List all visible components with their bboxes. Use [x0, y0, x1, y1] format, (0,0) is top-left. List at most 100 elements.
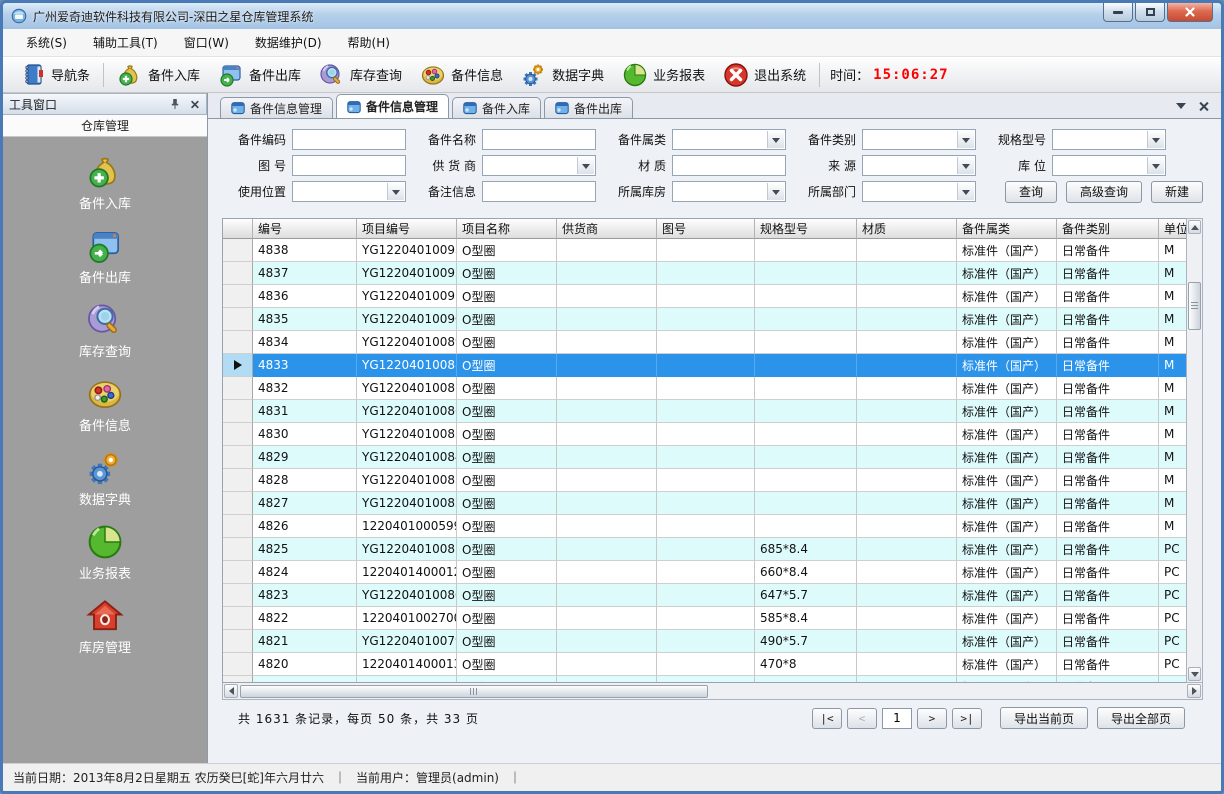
tab-parts-in[interactable]: 备件入库: [452, 97, 541, 118]
sidebar-item-parts-in[interactable]: 备件入库: [79, 153, 131, 212]
sidebar-item-report[interactable]: 业务报表: [79, 523, 131, 582]
table-cell: [557, 377, 657, 400]
table-cell: 4830: [253, 423, 357, 446]
scroll-up-button[interactable]: [1188, 220, 1201, 234]
column-header[interactable]: 项目编号: [357, 219, 457, 239]
column-header[interactable]: 材质: [857, 219, 957, 239]
column-header[interactable]: 规格型号: [755, 219, 857, 239]
table-row[interactable]: 48221220401002700O型圈585*8.4标准件（国产）日常备件PC: [223, 607, 1186, 630]
field-select[interactable]: [292, 181, 406, 202]
field-select[interactable]: [672, 129, 786, 150]
chevron-down-icon[interactable]: [1176, 103, 1186, 114]
column-header[interactable]: 备件属类: [957, 219, 1057, 239]
scroll-right-button[interactable]: [1187, 684, 1201, 698]
field-input[interactable]: [482, 181, 596, 202]
last-page-button[interactable]: >|: [952, 708, 982, 729]
sidebar-item-warehouse[interactable]: 库房管理: [79, 597, 131, 656]
table-row[interactable]: O型圈标准件（国产）日常备件: [223, 676, 1186, 683]
toolbar-button-exit[interactable]: 退出系统: [714, 59, 815, 91]
export-all-pages-button[interactable]: 导出全部页: [1097, 707, 1185, 729]
field-input[interactable]: [482, 129, 596, 150]
vertical-scrollbar[interactable]: [1186, 218, 1203, 683]
hscroll-thumb[interactable]: [240, 685, 708, 698]
table-cell: [253, 676, 357, 683]
table-row[interactable]: 4831YG12204010086O型圈标准件（国产）日常备件M: [223, 400, 1186, 423]
field-select[interactable]: [862, 155, 976, 176]
table-cell: [657, 331, 755, 354]
table-row[interactable]: 48201220401400013O型圈470*8标准件（国产）日常备件PC: [223, 653, 1186, 676]
field-select[interactable]: [672, 181, 786, 202]
sidebar-item-data-dict[interactable]: 数据字典: [79, 449, 131, 508]
table-row[interactable]: 4827YG12204010082O型圈标准件（国产）日常备件M: [223, 492, 1186, 515]
vscroll-track[interactable]: [1188, 234, 1201, 667]
close-button[interactable]: [1167, 3, 1213, 22]
toolbar-button-data-dict[interactable]: 数据字典: [512, 59, 613, 91]
table-row[interactable]: 4837YG12204010092O型圈标准件（国产）日常备件M: [223, 262, 1186, 285]
field-select[interactable]: [1052, 129, 1166, 150]
table-row[interactable]: 4832YG12204010087O型圈标准件（国产）日常备件M: [223, 377, 1186, 400]
next-page-button[interactable]: >: [917, 708, 947, 729]
menu-item[interactable]: 数据维护(D): [242, 29, 335, 56]
sidebar-item-parts-out[interactable]: 备件出库: [79, 227, 131, 286]
toolbar-button-parts-out[interactable]: 备件出库: [209, 59, 310, 91]
minimize-button[interactable]: [1103, 3, 1133, 22]
menu-item[interactable]: 辅助工具(T): [80, 29, 171, 56]
column-header[interactable]: 项目名称: [457, 219, 557, 239]
table-row[interactable]: 4823YG12204010080O型圈647*5.7标准件（国产）日常备件PC: [223, 584, 1186, 607]
field-input[interactable]: [672, 155, 786, 176]
table-row[interactable]: 4825YG12204010081O型圈685*8.4标准件（国产）日常备件PC: [223, 538, 1186, 561]
table-row[interactable]: 4838YG12204010093O型圈标准件（国产）日常备件M: [223, 239, 1186, 262]
table-row[interactable]: 4834YG12204010089O型圈标准件（国产）日常备件M: [223, 331, 1186, 354]
table-cell: 日常备件: [1057, 515, 1159, 538]
column-header[interactable]: 图号: [657, 219, 755, 239]
table-row[interactable]: 4836YG12204010091O型圈标准件（国产）日常备件M: [223, 285, 1186, 308]
maximize-button[interactable]: [1135, 3, 1165, 22]
menu-item[interactable]: 窗口(W): [171, 29, 242, 56]
sidebar-item-parts-info[interactable]: 备件信息: [79, 375, 131, 434]
table-row[interactable]: 48261220401000599O型圈标准件（国产）日常备件M: [223, 515, 1186, 538]
column-header[interactable]: 编号: [253, 219, 357, 239]
field-input[interactable]: [292, 129, 406, 150]
page-number-input[interactable]: [882, 708, 912, 729]
tab-parts-info-mgmt-2[interactable]: 备件信息管理: [336, 94, 449, 118]
export-current-page-button[interactable]: 导出当前页: [1000, 707, 1088, 729]
field-select[interactable]: [482, 155, 596, 176]
table-row[interactable]: 4828YG12204010083O型圈标准件（国产）日常备件M: [223, 469, 1186, 492]
tab-parts-out[interactable]: 备件出库: [544, 97, 633, 118]
toolbar-button-parts-info[interactable]: 备件信息: [411, 59, 512, 91]
field-select[interactable]: [1052, 155, 1166, 176]
query-button[interactable]: 查询: [1005, 181, 1057, 203]
first-page-button[interactable]: |<: [812, 708, 842, 729]
field-input[interactable]: [292, 155, 406, 176]
pin-icon[interactable]: [169, 98, 181, 110]
table-row[interactable]: 4830YG12204010085O型圈标准件（国产）日常备件M: [223, 423, 1186, 446]
scroll-left-button[interactable]: [224, 684, 238, 698]
field-select[interactable]: [862, 181, 976, 202]
vscroll-thumb[interactable]: [1188, 282, 1201, 330]
tab-parts-info-mgmt-1[interactable]: 备件信息管理: [220, 97, 333, 118]
panel-close-icon[interactable]: [190, 99, 199, 108]
table-row[interactable]: 4821YG12204010079O型圈490*5.7标准件（国产）日常备件PC: [223, 630, 1186, 653]
column-header[interactable]: 单位: [1159, 219, 1186, 239]
new-button[interactable]: 新建: [1151, 181, 1203, 203]
scroll-down-button[interactable]: [1188, 667, 1201, 681]
column-header[interactable]: 供货商: [557, 219, 657, 239]
toolbar-button-parts-in[interactable]: 备件入库: [108, 59, 209, 91]
menu-item[interactable]: 系统(S): [13, 29, 80, 56]
table-row[interactable]: 48241220401400012O型圈660*8.4标准件（国产）日常备件PC: [223, 561, 1186, 584]
table-row[interactable]: 4829YG12204010084O型圈标准件（国产）日常备件M: [223, 446, 1186, 469]
sidebar-item-stock-query[interactable]: 库存查询: [79, 301, 131, 360]
horizontal-scrollbar[interactable]: [222, 683, 1203, 700]
toolbar-button-report[interactable]: 业务报表: [613, 59, 714, 91]
field-select[interactable]: [862, 129, 976, 150]
table-row[interactable]: 4835YG12204010090O型圈标准件（国产）日常备件M: [223, 308, 1186, 331]
column-header[interactable]: 备件类别: [1057, 219, 1159, 239]
toolbar-button-navbar[interactable]: 导航条: [11, 59, 99, 91]
toolbar-button-stock-query[interactable]: 库存查询: [310, 59, 411, 91]
hscroll-track[interactable]: [238, 685, 1187, 698]
table-row[interactable]: 4833YG12204010088O型圈标准件（国产）日常备件M: [223, 354, 1186, 377]
advanced-query-button[interactable]: 高级查询: [1066, 181, 1142, 203]
menu-item[interactable]: 帮助(H): [335, 29, 403, 56]
tab-close-icon[interactable]: [1198, 101, 1209, 112]
prev-page-button[interactable]: <: [847, 708, 877, 729]
